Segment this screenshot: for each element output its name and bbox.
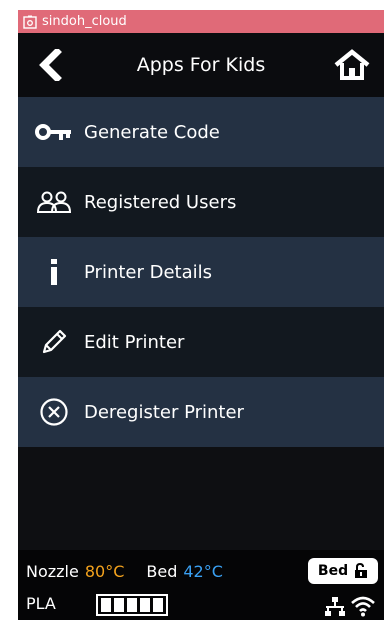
menu-item-deregister-printer[interactable]: Deregister Printer [18, 377, 384, 447]
filament-segment [101, 598, 111, 612]
menu-item-edit-printer[interactable]: Edit Printer [18, 307, 384, 377]
filament-segment [140, 598, 150, 612]
header-bar: Apps For Kids [18, 33, 384, 97]
menu-item-printer-details[interactable]: Printer Details [18, 237, 384, 307]
home-icon [334, 49, 370, 80]
unlock-icon [355, 563, 368, 578]
apps-menu: Generate Code Registered Users Printer D… [18, 97, 384, 447]
page-title: Apps For Kids [136, 54, 266, 76]
bed-lock-button[interactable]: Bed [308, 558, 378, 584]
camera-icon [23, 15, 37, 29]
bed-temp: 42°C [183, 562, 223, 581]
bed-label: Bed [146, 562, 178, 581]
menu-item-generate-code[interactable]: Generate Code [18, 97, 384, 167]
filament-type: PLA [26, 594, 56, 613]
menu-item-label: Deregister Printer [84, 401, 244, 423]
back-button[interactable] [32, 47, 68, 83]
menu-item-registered-users[interactable]: Registered Users [18, 167, 384, 237]
filament-segment [153, 598, 163, 612]
menu-item-label: Edit Printer [84, 331, 185, 353]
filament-segment [114, 598, 124, 612]
menu-item-label: Generate Code [84, 121, 220, 143]
app-titlebar: sindoh_cloud [18, 10, 384, 33]
printer-screen: sindoh_cloud Apps For Kids Generate Code… [18, 10, 384, 620]
x-circle-icon [40, 398, 68, 426]
wifi-icon [351, 596, 375, 617]
temperature-readout: Nozzle 80°C Bed 42°C [26, 562, 223, 581]
status-bar: Nozzle 80°C Bed 42°C Bed PLA [18, 550, 384, 620]
users-icon [36, 191, 72, 213]
filament-level-meter [96, 594, 168, 616]
menu-item-label: Registered Users [84, 191, 237, 213]
key-icon [35, 124, 71, 140]
app-name: sindoh_cloud [42, 14, 127, 29]
bed-button-label: Bed [317, 563, 349, 579]
nozzle-temp: 80°C [84, 562, 125, 581]
pencil-icon [42, 329, 67, 354]
chevron-left-icon [39, 49, 62, 81]
menu-item-label: Printer Details [84, 261, 213, 283]
filament-segment [127, 598, 137, 612]
network-icon [325, 597, 345, 616]
home-button[interactable] [332, 47, 372, 83]
nozzle-label: Nozzle [26, 562, 79, 581]
info-icon [51, 259, 57, 285]
